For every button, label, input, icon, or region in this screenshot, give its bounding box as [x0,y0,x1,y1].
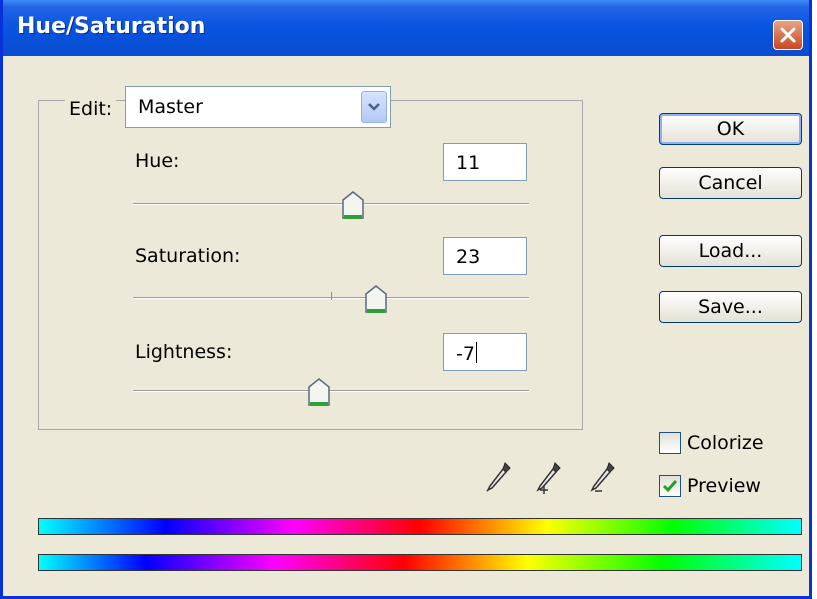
eyedropper-plus-icon[interactable] [533,460,563,496]
text-caret [475,342,477,363]
saturation-input[interactable]: 23 [443,237,527,275]
input-color-spectrum [38,518,802,535]
saturation-center-tick [331,292,332,300]
close-icon [780,27,796,43]
hue-label: Hue: [135,150,180,172]
close-button[interactable] [773,20,803,50]
edit-channel-value: Master [138,96,203,118]
output-color-spectrum [38,554,802,571]
hue-value: 11 [456,152,481,174]
lightness-value: -7 [456,343,475,365]
ok-button[interactable]: OK [659,113,802,145]
saturation-label: Saturation: [135,245,241,267]
lightness-input[interactable]: -7 [443,333,527,371]
lightness-slider-thumb[interactable] [306,377,332,409]
checkmark-icon [662,480,678,493]
dropdown-button[interactable] [361,91,387,123]
edit-channel-select[interactable]: Master [125,86,391,128]
edit-label: Edit: [65,98,117,120]
colorize-label[interactable]: Colorize [687,432,764,454]
title-bar[interactable]: Hue/Saturation [3,0,809,56]
preview-label[interactable]: Preview [687,475,761,497]
window-title: Hue/Saturation [17,14,206,39]
hue-input[interactable]: 11 [443,143,527,181]
eyedropper-minus-icon[interactable] [587,460,617,496]
load-button[interactable]: Load... [659,235,802,267]
eyedropper-icon[interactable] [483,460,513,496]
chevron-down-icon [368,103,380,111]
saturation-slider-thumb[interactable] [363,284,389,316]
saturation-value: 23 [456,246,481,268]
hue-saturation-dialog: Hue/Saturation Edit: Master Hue: 11 Satu… [0,0,812,599]
cancel-button[interactable]: Cancel [659,167,802,199]
lightness-label: Lightness: [135,341,233,363]
hue-slider-thumb[interactable] [340,190,366,222]
colorize-checkbox[interactable] [659,432,681,454]
save-button[interactable]: Save... [659,291,802,323]
hue-slider-track[interactable] [133,203,529,205]
preview-checkbox[interactable] [659,475,681,497]
